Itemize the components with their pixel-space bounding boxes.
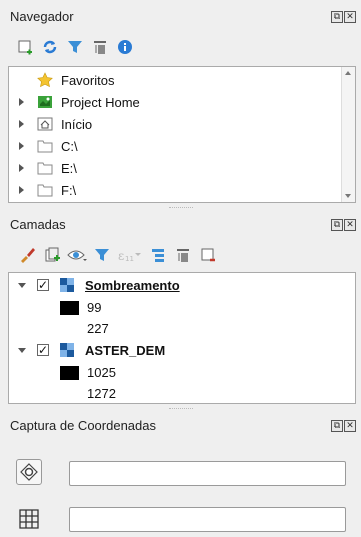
tree-item-label: C:\ [61,138,78,154]
tree-item-label: Início [61,116,93,132]
crs-selector-button[interactable] [16,459,42,485]
folder-icon [37,184,53,197]
float-panel-icon[interactable]: ⧉ [331,420,343,432]
layer-item-sombreamento[interactable]: ✓ Sombreamento [15,275,180,295]
layer-item-aster-dem[interactable]: ✓ ASTER_DEM [15,340,165,360]
svg-text:11: 11 [125,255,134,263]
eye-icon [67,250,87,261]
close-panel-icon[interactable]: ✕ [344,11,356,23]
float-panel-icon[interactable]: ⧉ [331,219,343,231]
filter-legend-button[interactable] [91,245,113,265]
folder-icon [37,162,53,175]
layer-name: Sombreamento [85,277,180,293]
coordinate-field-1[interactable] [69,461,346,486]
layer-visibility-checkbox[interactable]: ✓ [37,344,49,356]
collapse-all-icon [94,41,106,54]
add-layer-icon [18,40,32,55]
add-group-icon [45,247,60,262]
resize-grip[interactable] [168,408,193,411]
star-icon [37,72,53,88]
navigator-tree[interactable]: Favoritos Project Home Início C:\ E:\ F:… [8,66,356,203]
tree-item-e-drive[interactable]: E:\ [19,158,77,178]
expression-filter-icon: ε 11 [118,249,141,263]
layer-visibility-checkbox[interactable]: ✓ [37,279,49,291]
refresh-icon [43,40,57,54]
folder-icon [37,140,53,153]
refresh-button[interactable] [39,37,61,57]
remove-layer-icon [201,248,215,262]
grid-icon [19,509,39,529]
expand-arrow-icon[interactable] [19,98,24,106]
expand-arrow-icon[interactable] [19,120,24,128]
collapse-all-icon [177,249,189,262]
add-selected-layers-button[interactable] [14,37,36,57]
info-icon [118,40,132,54]
float-panel-icon[interactable]: ⧉ [331,11,343,23]
legend-swatch-black [60,301,79,315]
project-home-icon [38,96,52,108]
svg-text:ε: ε [118,249,124,263]
raster-layer-icon [60,278,74,292]
legend-value: 1272 [87,385,116,401]
filter-expression-button[interactable]: ε 11 [116,245,144,265]
crosshair-icon [20,463,38,481]
properties-button[interactable] [114,37,136,57]
paintbrush-icon [21,248,35,263]
scroll-up-icon[interactable] [345,71,351,75]
tree-item-c-drive[interactable]: C:\ [19,136,78,156]
visibility-button[interactable] [66,245,88,265]
filter-icon [95,249,109,261]
tree-item-label: Favoritos [61,72,115,88]
expand-arrow-icon[interactable] [19,186,24,194]
expand-all-icon [152,249,164,262]
tree-item-favoritos[interactable]: Favoritos [37,70,114,90]
filter-button[interactable] [64,37,86,57]
expand-arrow-icon[interactable] [19,164,24,172]
legend-value: 227 [87,320,109,336]
tree-item-project-home[interactable]: Project Home [19,92,140,112]
collapse-arrow-icon[interactable] [18,348,26,353]
legend-value: 1025 [87,364,116,380]
layers-tree[interactable]: ✓ Sombreamento 99 227 ✓ ASTER_DEM 1025 1… [8,272,356,404]
home-folder-icon [37,117,53,131]
expand-arrow-icon[interactable] [19,142,24,150]
layer-name: ASTER_DEM [85,342,166,358]
tree-item-label: Project Home [61,94,140,110]
collapse-arrow-icon[interactable] [18,283,26,288]
filter-icon [68,41,82,53]
legend-value: 99 [87,299,102,315]
remove-layer-button[interactable] [197,245,219,265]
resize-grip[interactable] [168,207,193,210]
coords-title: Captura de Coordenadas [10,418,156,433]
collapse-all-button[interactable] [89,37,111,57]
tree-item-label: E:\ [61,160,77,176]
crs-grid-button[interactable] [16,506,42,532]
close-panel-icon[interactable]: ✕ [344,420,356,432]
close-panel-icon[interactable]: ✕ [344,219,356,231]
expand-all-button[interactable] [147,245,169,265]
raster-layer-icon [60,343,74,357]
layers-title: Camadas [10,217,66,232]
add-group-button[interactable] [41,245,63,265]
scroll-down-icon[interactable] [345,194,351,198]
collapse-all-layers-button[interactable] [172,245,194,265]
tree-item-label: F:\ [61,182,77,198]
tree-item-f-drive[interactable]: F:\ [19,180,76,200]
navigator-title: Navegador [10,9,74,24]
navigator-scrollbar[interactable] [341,67,355,202]
tree-item-inicio[interactable]: Início [19,114,92,134]
legend-swatch-black [60,366,79,380]
coordinate-field-2[interactable] [69,507,346,532]
style-manager-button[interactable] [16,245,38,265]
